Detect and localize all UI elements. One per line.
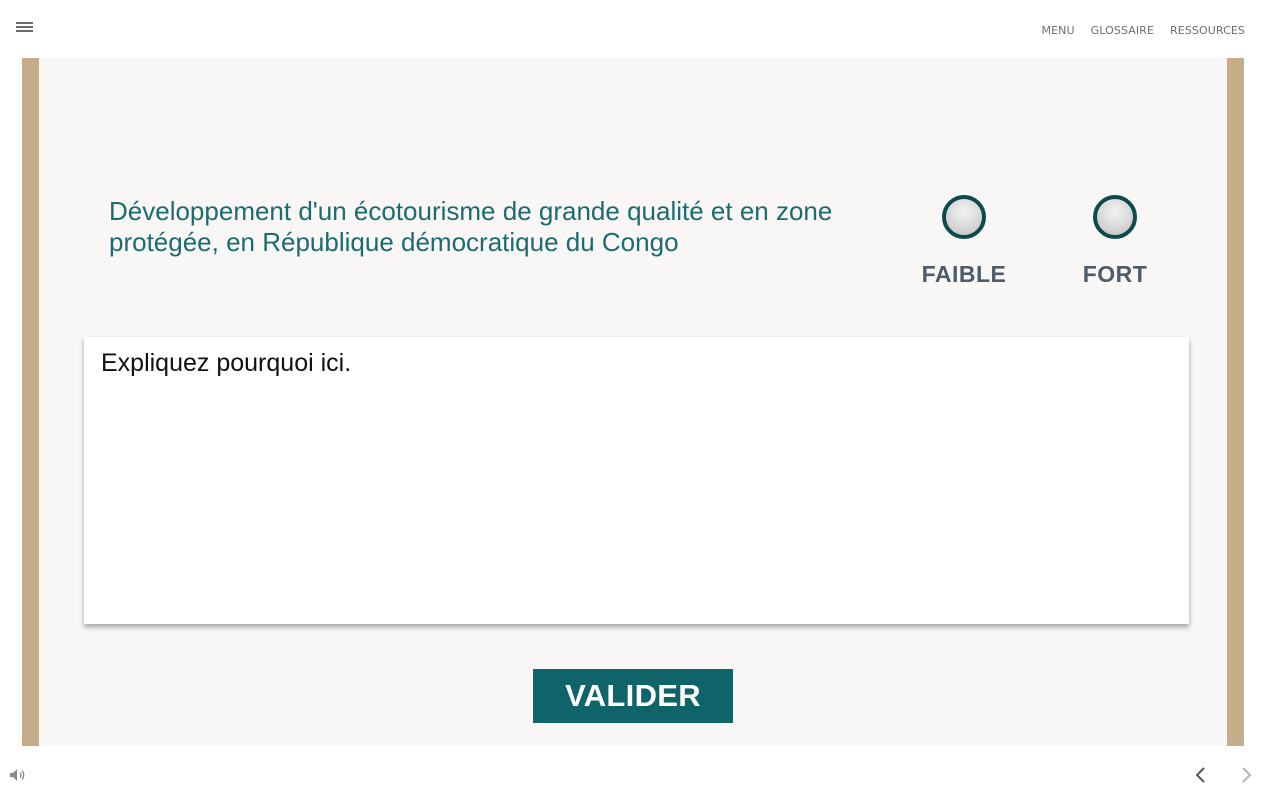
- activity-stage: Développement d'un écotourisme de grande…: [22, 58, 1244, 746]
- speaker-icon[interactable]: [9, 768, 27, 782]
- choice-fort: FORT: [1060, 195, 1170, 288]
- radio-faible[interactable]: [942, 195, 986, 239]
- top-bar: MENU GLOSSAIRE RESSOURCES: [0, 0, 1270, 58]
- nav-menu-link[interactable]: MENU: [1042, 24, 1075, 37]
- question-text: Développement d'un écotourisme de grande…: [109, 196, 833, 257]
- top-navigation: MENU GLOSSAIRE RESSOURCES: [1042, 24, 1245, 37]
- validate-button[interactable]: VALIDER: [533, 669, 733, 723]
- chevron-right-icon[interactable]: [1238, 766, 1254, 784]
- chevron-left-icon[interactable]: [1193, 766, 1209, 784]
- nav-ressources-link[interactable]: RESSOURCES: [1170, 24, 1245, 37]
- choice-fort-label: FORT: [1082, 261, 1148, 287]
- choice-faible-label: FAIBLE: [921, 261, 1007, 287]
- radio-fort[interactable]: [1093, 195, 1137, 239]
- footer-bar: [0, 746, 1270, 803]
- hamburger-icon[interactable]: [16, 22, 33, 34]
- explanation-textarea[interactable]: [84, 337, 1189, 624]
- choice-faible: FAIBLE: [909, 195, 1019, 288]
- nav-glossaire-link[interactable]: GLOSSAIRE: [1091, 24, 1154, 37]
